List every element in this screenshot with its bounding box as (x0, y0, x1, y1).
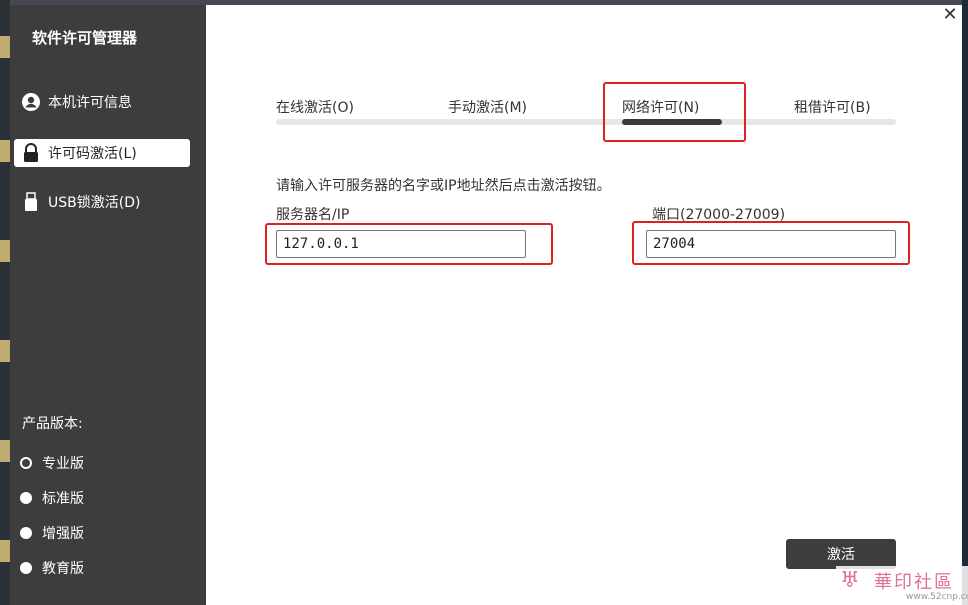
edition-option-label: 教育版 (42, 561, 84, 577)
desktop-icon[interactable] (0, 440, 10, 462)
sidebar-item-local-license[interactable]: 本机许可信息 (14, 88, 190, 116)
radio-icon[interactable] (20, 562, 32, 574)
tab-track (276, 119, 896, 125)
watermark: ♅ 華印社區 www.52cnp.com (836, 566, 968, 605)
tab-manual-activation[interactable]: 手动激活(M) (448, 97, 527, 117)
radio-selected-icon[interactable] (20, 457, 32, 469)
edition-option-label: 增强版 (42, 526, 84, 542)
edition-option-label: 专业版 (42, 456, 84, 472)
user-icon (20, 91, 42, 113)
edition-option-standard[interactable]: 标准版 (20, 488, 84, 508)
desktop-right-strip (962, 0, 968, 605)
tab-borrow-license[interactable]: 租借许可(B) (794, 97, 871, 117)
desktop-icon[interactable] (0, 36, 10, 58)
instruction-text: 请输入许可服务器的名字或IP地址然后点击激活按钮。 (276, 178, 611, 194)
desktop-icon[interactable] (0, 140, 10, 162)
sidebar-item-label: USB锁激活(D) (48, 195, 141, 211)
usb-icon (20, 191, 42, 213)
edition-option-professional[interactable]: 专业版 (20, 453, 84, 473)
sidebar-item-label: 本机许可信息 (48, 95, 132, 111)
sidebar: 软件许可管理器 本机许可信息 许可码激活(L) USB锁激活(D) 产品版本: … (10, 5, 206, 605)
close-button[interactable]: ✕ (940, 5, 960, 25)
license-manager-window: 软件许可管理器 本机许可信息 许可码激活(L) USB锁激活(D) 产品版本: … (10, 5, 962, 605)
sidebar-item-license-code[interactable]: 许可码激活(L) (14, 139, 190, 167)
radio-icon[interactable] (20, 492, 32, 504)
desktop-icon[interactable] (0, 540, 10, 562)
desktop-icon[interactable] (0, 340, 10, 362)
radio-icon[interactable] (20, 527, 32, 539)
desktop-left-strip (0, 0, 10, 605)
activation-tabs: 在线激活(O) 手动激活(M) 网络许可(N) 租借许可(B) (276, 97, 896, 133)
server-label: 服务器名/IP (276, 207, 350, 223)
desktop-icon[interactable] (0, 240, 10, 262)
activate-button[interactable]: 激活 (786, 539, 896, 569)
edition-option-enhanced[interactable]: 增强版 (20, 523, 84, 543)
highlight-box-server (265, 223, 553, 265)
highlight-box-tab (603, 82, 746, 142)
watermark-logo-icon: ♅ (840, 568, 860, 593)
lock-icon (20, 142, 42, 164)
sidebar-item-usb-lock[interactable]: USB锁激活(D) (14, 188, 190, 216)
watermark-title: 華印社區 (874, 572, 954, 593)
highlight-box-port (632, 221, 910, 265)
tab-online-activation[interactable]: 在线激活(O) (276, 97, 354, 117)
edition-option-label: 标准版 (42, 491, 84, 507)
edition-option-education[interactable]: 教育版 (20, 558, 84, 578)
app-title: 软件许可管理器 (32, 29, 138, 47)
sidebar-item-label: 许可码激活(L) (48, 146, 137, 162)
watermark-url: www.52cnp.com (906, 592, 968, 602)
edition-label: 产品版本: (22, 416, 83, 432)
